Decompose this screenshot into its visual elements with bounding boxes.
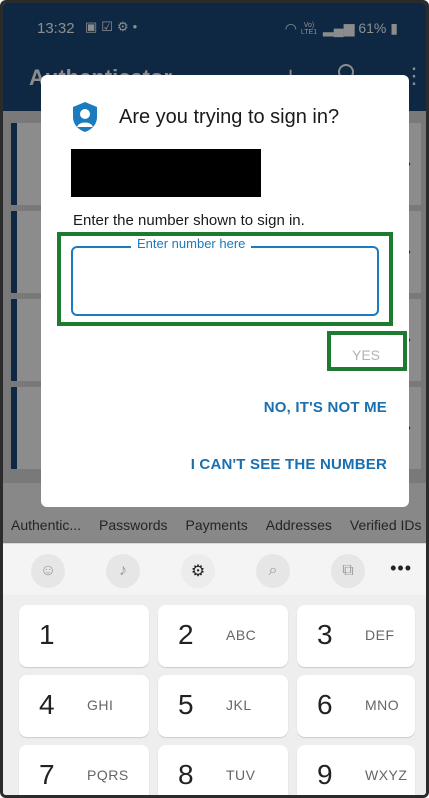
key-digit: 7	[39, 759, 55, 790]
authenticator-lock-icon	[73, 102, 97, 132]
key-digit: 6	[317, 689, 333, 720]
key-letters: DEF	[365, 627, 395, 643]
key-1[interactable]: 1	[19, 605, 149, 667]
key-digit: 5	[178, 689, 194, 720]
more-options-icon[interactable]: •••	[390, 558, 412, 579]
numeric-keypad: 1 2 ABC 3 DEF 4 GHI 5 JKL 6 MNO 7 PQRS 8	[3, 595, 426, 795]
key-digit: 1	[39, 619, 55, 650]
key-letters: TUV	[226, 767, 256, 783]
key-digit: 8	[178, 759, 194, 790]
key-letters: MNO	[365, 697, 400, 713]
redacted-account-info	[71, 149, 261, 197]
key-3[interactable]: 3 DEF	[297, 605, 415, 667]
dialog-title: Are you trying to sign in?	[119, 106, 340, 128]
search-icon[interactable]: ⌕	[256, 554, 290, 588]
microphone-icon[interactable]: ♪	[106, 554, 140, 588]
instructions-text: Enter the number shown to sign in.	[73, 212, 305, 229]
not-me-button[interactable]: NO, IT'S NOT ME	[264, 399, 387, 416]
key-2[interactable]: 2 ABC	[158, 605, 288, 667]
key-digit: 4	[39, 689, 55, 720]
settings-icon[interactable]: ⚙	[181, 554, 215, 588]
key-6[interactable]: 6 MNO	[297, 675, 415, 737]
key-9[interactable]: 9 WXYZ	[297, 745, 415, 795]
key-letters: GHI	[87, 697, 114, 713]
cant-see-number-button[interactable]: I CAN'T SEE THE NUMBER	[191, 456, 387, 473]
translate-icon[interactable]: ⧉	[331, 554, 365, 588]
highlight-box-input	[57, 232, 393, 326]
key-digit: 3	[317, 619, 333, 650]
phone-screen: 13:32 ▣☑⚙• ◠ Vo)LTE1 ▂▄▆ 61% ▮ Authentic…	[0, 0, 429, 798]
key-4[interactable]: 4 GHI	[19, 675, 149, 737]
emoji-icon[interactable]: ☺	[31, 554, 65, 588]
key-letters: ABC	[226, 627, 257, 643]
key-digit: 2	[178, 619, 194, 650]
key-letters: WXYZ	[365, 767, 408, 783]
key-letters: PQRS	[87, 767, 129, 783]
key-5[interactable]: 5 JKL	[158, 675, 288, 737]
key-7[interactable]: 7 PQRS	[19, 745, 149, 795]
sign-in-dialog: Are you trying to sign in? Enter the num…	[41, 75, 409, 507]
key-letters: JKL	[226, 697, 252, 713]
key-8[interactable]: 8 TUV	[158, 745, 288, 795]
key-digit: 9	[317, 759, 333, 790]
highlight-box-yes	[327, 331, 407, 371]
keyboard-toolbar: ☺ ♪ ⚙ ⌕ ⧉ •••	[3, 543, 426, 595]
